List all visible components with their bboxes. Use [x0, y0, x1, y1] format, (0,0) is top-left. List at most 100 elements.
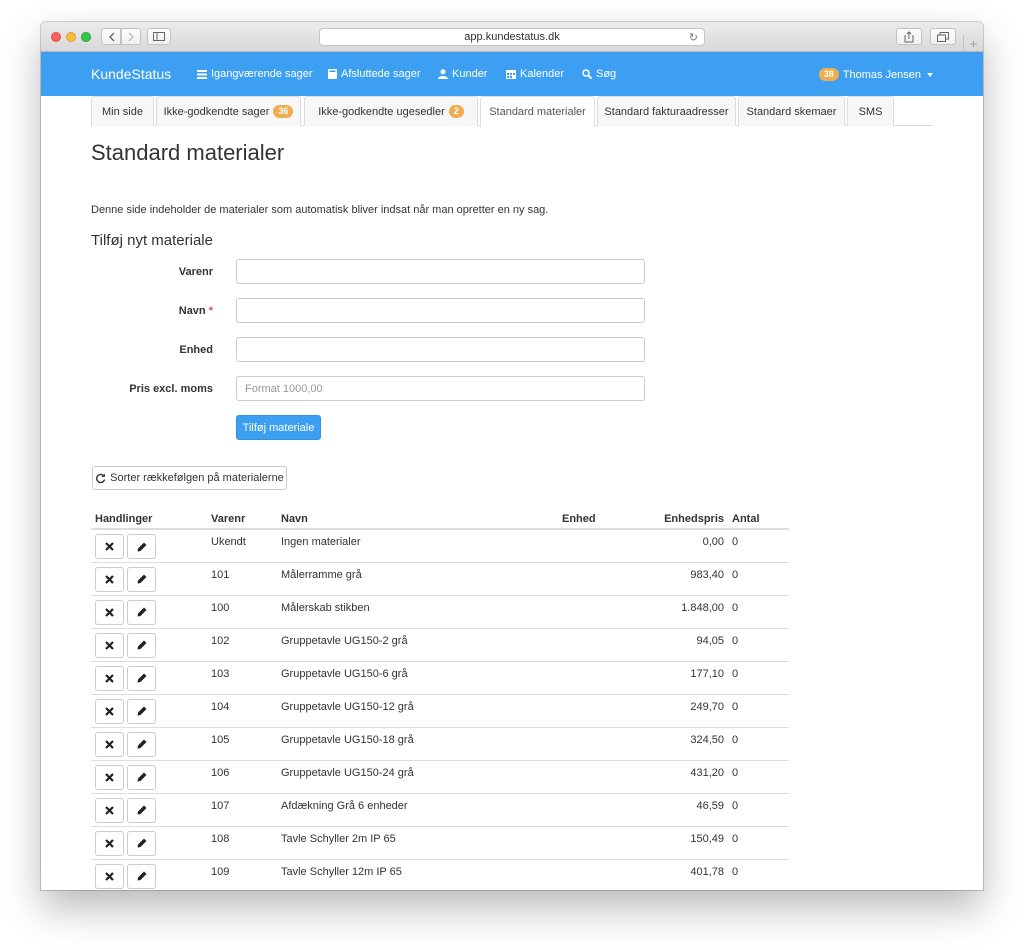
col-navn: Navn	[277, 510, 558, 530]
tabs-overview-button[interactable]	[930, 28, 956, 45]
nav-kalender[interactable]: Kalender	[506, 68, 564, 80]
reload-icon[interactable]: ↻	[689, 31, 698, 44]
user-menu[interactable]: 38 Thomas Jensen	[818, 68, 933, 81]
varenr-label: Varenr	[178, 266, 213, 278]
varenr-input[interactable]	[236, 259, 645, 284]
close-icon	[105, 772, 114, 782]
nav-igangvaerende[interactable]: Igangværende sager	[197, 68, 313, 80]
edit-button[interactable]	[127, 599, 156, 625]
nav-kunder[interactable]: Kunder	[438, 68, 487, 80]
delete-button[interactable]	[95, 764, 124, 790]
delete-button[interactable]	[95, 830, 124, 856]
table-row: 100 Målerskab stikben 1.848,00 0	[91, 594, 789, 628]
nav-afsluttede[interactable]: Afsluttede sager	[328, 68, 421, 80]
delete-button[interactable]	[95, 599, 124, 625]
cell-varenr: 106	[207, 759, 277, 793]
browser-toolbar: app.kundestatus.dk ↻ +	[41, 22, 983, 52]
navn-input[interactable]	[236, 298, 645, 323]
row-actions	[91, 759, 207, 793]
list-icon	[197, 69, 207, 79]
cell-antal: 0	[728, 528, 789, 562]
cell-enhed	[558, 561, 628, 595]
row-actions	[91, 726, 207, 760]
back-button[interactable]	[101, 28, 121, 45]
address-bar[interactable]: app.kundestatus.dk ↻	[319, 28, 705, 46]
edit-button[interactable]	[127, 830, 156, 856]
browser-window: app.kundestatus.dk ↻ + KundeStatus Igang…	[41, 22, 983, 890]
tab-ikke-godkendte-ugesedler[interactable]: Ikke-godkendte ugesedler 2	[304, 96, 478, 126]
delete-button[interactable]	[95, 863, 124, 889]
pencil-icon	[137, 640, 146, 650]
cell-enhedspris: 0,00	[628, 528, 728, 562]
edit-button[interactable]	[127, 797, 156, 823]
nav-sog[interactable]: Søg	[582, 68, 616, 80]
cell-navn: Gruppetavle UG150-18 grå	[277, 726, 558, 760]
sort-materials-button[interactable]: Sorter rækkefølgen på materialerne	[92, 466, 287, 490]
delete-button[interactable]	[95, 534, 124, 559]
sort-button-label: Sorter rækkefølgen på materialerne	[110, 472, 284, 484]
col-enhedspris: Enhedspris	[628, 510, 728, 530]
share-button[interactable]	[896, 28, 922, 45]
edit-button[interactable]	[127, 764, 156, 790]
forward-button[interactable]	[121, 28, 141, 45]
add-material-button[interactable]: Tilføj materiale	[236, 415, 321, 440]
tab-bar: Min side Ikke-godkendte sager 36 Ikke-go…	[91, 96, 933, 127]
edit-button[interactable]	[127, 698, 156, 724]
page-description: Denne side indeholder de materialer som …	[91, 204, 549, 216]
edit-button[interactable]	[127, 863, 156, 889]
tab-label: Ikke-godkendte ugesedler	[318, 105, 445, 118]
close-window-button[interactable]	[51, 32, 61, 42]
tab-sms[interactable]: SMS	[847, 96, 894, 126]
edit-button[interactable]	[127, 632, 156, 658]
table-row: 106 Gruppetavle UG150-24 grå 431,20 0	[91, 759, 789, 793]
cell-antal: 0	[728, 594, 789, 628]
tab-standard-materialer[interactable]: Standard materialer	[480, 96, 595, 127]
chevron-right-icon	[128, 32, 134, 41]
table-row: 101 Målerramme grå 983,40 0	[91, 561, 789, 595]
delete-button[interactable]	[95, 797, 124, 823]
caret-down-icon	[927, 72, 933, 77]
minimize-window-button[interactable]	[66, 32, 76, 42]
pencil-icon	[137, 706, 146, 716]
tab-label: SMS	[858, 105, 883, 118]
cell-navn: Gruppetavle UG150-2 grå	[277, 627, 558, 661]
delete-button[interactable]	[95, 566, 124, 592]
cell-antal: 0	[728, 858, 789, 890]
delete-button[interactable]	[95, 632, 124, 658]
close-icon	[105, 607, 114, 617]
tab-min-side[interactable]: Min side	[91, 96, 154, 126]
delete-button[interactable]	[95, 698, 124, 724]
col-handlinger: Handlinger	[91, 510, 207, 530]
cell-varenr: 102	[207, 627, 277, 661]
edit-button[interactable]	[127, 534, 156, 559]
nav-label: Kalender	[520, 68, 565, 80]
row-actions	[91, 693, 207, 727]
tab-standard-skemaer[interactable]: Standard skemaer	[738, 96, 845, 126]
row-actions	[91, 594, 207, 628]
close-icon	[105, 673, 114, 683]
tab-ikke-godkendte-sager[interactable]: Ikke-godkendte sager 36	[156, 96, 301, 126]
edit-button[interactable]	[127, 566, 156, 592]
zoom-window-button[interactable]	[81, 32, 91, 42]
cell-varenr: 109	[207, 858, 277, 890]
enhed-input[interactable]	[236, 337, 645, 362]
sidebar-toggle-button[interactable]	[147, 28, 171, 45]
edit-button[interactable]	[127, 665, 156, 691]
table-row: 105 Gruppetavle UG150-18 grå 324,50 0	[91, 726, 789, 760]
cell-navn: Ingen materialer	[277, 528, 558, 562]
delete-button[interactable]	[95, 731, 124, 757]
pris-input[interactable]	[236, 376, 645, 401]
tab-standard-fakturaadresser[interactable]: Standard fakturaadresser	[597, 96, 736, 126]
cell-navn: Tavle Schyller 12m IP 65	[277, 858, 558, 890]
nav-label: Afsluttede sager	[341, 68, 421, 80]
cell-navn: Gruppetavle UG150-6 grå	[277, 660, 558, 694]
materials-table: Handlinger Varenr Navn Enhed Enhedspris …	[91, 510, 789, 890]
close-icon	[105, 542, 114, 551]
table-row: 108 Tavle Schyller 2m IP 65 150,49 0	[91, 825, 789, 859]
cell-enhedspris: 983,40	[628, 561, 728, 595]
brand-logo[interactable]: KundeStatus	[91, 66, 171, 82]
delete-button[interactable]	[95, 665, 124, 691]
cell-enhed	[558, 660, 628, 694]
edit-button[interactable]	[127, 731, 156, 757]
new-tab-button[interactable]: +	[963, 35, 983, 52]
